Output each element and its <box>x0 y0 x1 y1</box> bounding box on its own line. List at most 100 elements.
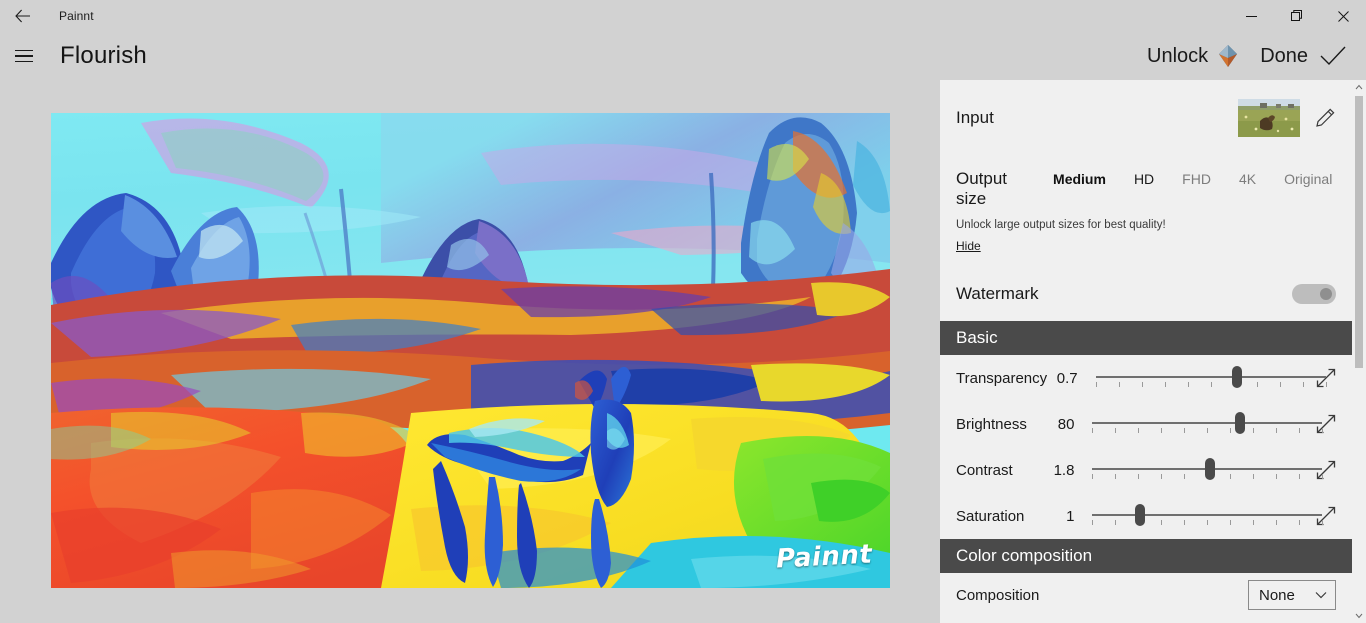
chevron-down-icon <box>1315 592 1327 599</box>
minimize-icon <box>1245 15 1257 17</box>
section-header-color-composition: Color composition <box>940 539 1352 573</box>
slider-tick <box>1230 520 1232 525</box>
composition-row: Composition None <box>940 573 1352 617</box>
slider-row-saturation: Saturation 1 <box>940 493 1352 539</box>
slider-tick <box>1207 520 1209 525</box>
artwork-image <box>51 113 890 588</box>
slider-tick <box>1276 428 1278 433</box>
slider-thumb[interactable] <box>1134 504 1145 526</box>
done-label: Done <box>1260 44 1308 67</box>
watermark-label: Watermark <box>956 284 1039 303</box>
slider-value-saturation: 1 <box>1066 507 1075 525</box>
done-button[interactable]: Done <box>1246 45 1366 68</box>
close-icon <box>1337 10 1349 22</box>
unlock-button[interactable]: Unlock <box>1139 44 1246 68</box>
input-thumbnail[interactable] <box>1238 98 1300 137</box>
pencil-icon <box>1316 108 1335 127</box>
slider-tick <box>1322 520 1324 525</box>
checkmark-icon <box>1320 46 1346 66</box>
composition-dropdown[interactable]: None <box>1248 580 1336 610</box>
scrollbar-thumb[interactable] <box>1355 96 1363 368</box>
slider-tick <box>1092 520 1094 525</box>
slider-thumb[interactable] <box>1204 458 1215 480</box>
slider-tick <box>1184 428 1186 433</box>
back-button[interactable] <box>0 0 46 32</box>
slider-thumb[interactable] <box>1235 412 1246 434</box>
slider-transparency[interactable] <box>1095 365 1327 391</box>
slider-tick <box>1253 520 1255 525</box>
slider-brightness[interactable] <box>1092 411 1324 437</box>
gem-diamond-icon <box>1219 45 1238 67</box>
slider-tick <box>1276 474 1278 479</box>
output-size-option-hd[interactable]: HD <box>1120 171 1168 187</box>
slider-tick <box>1115 474 1117 479</box>
slider-tick <box>1299 520 1301 525</box>
scroll-down-button[interactable] <box>1352 609 1366 623</box>
title-bar: Painnt <box>0 0 1366 32</box>
slider-tick <box>1161 474 1163 479</box>
watermark-row: Watermark <box>940 267 1352 321</box>
output-size-hint: Unlock large output sizes for best quali… <box>956 219 1166 231</box>
input-actions <box>1238 98 1336 137</box>
slider-saturation[interactable] <box>1092 503 1324 529</box>
output-size-option-fhd[interactable]: FHD <box>1168 171 1225 187</box>
slider-track <box>1092 422 1323 424</box>
close-button[interactable] <box>1320 0 1366 32</box>
slider-tick <box>1138 428 1140 433</box>
watermark-toggle[interactable] <box>1292 284 1336 304</box>
slider-row-brightness: Brightness 80 <box>940 401 1352 447</box>
watermark-toggle-knob <box>1320 288 1332 300</box>
page-title: Flourish <box>60 42 147 69</box>
panel-scrollbar[interactable] <box>1352 80 1366 623</box>
menu-button[interactable] <box>0 32 48 80</box>
command-bar-actions: Unlock Done <box>1139 32 1366 80</box>
artwork-preview[interactable]: Painnt <box>51 113 890 588</box>
slider-tick <box>1161 428 1163 433</box>
chevron-down-icon <box>1355 613 1363 619</box>
slider-tick <box>1092 428 1094 433</box>
output-size-options: Medium HD FHD 4K Original <box>1039 171 1346 187</box>
slider-tick <box>1299 474 1301 479</box>
command-bar: Flourish Unlock Done <box>0 32 1366 80</box>
slider-tick <box>1115 520 1117 525</box>
hide-link[interactable]: Hide <box>956 239 981 253</box>
output-size-line: Output size Medium HD FHD 4K Original <box>956 169 1336 209</box>
slider-tick <box>1207 428 1209 433</box>
slider-label-contrast: Contrast <box>956 461 1013 479</box>
slider-ticks <box>1092 428 1324 434</box>
slider-tick <box>1092 474 1094 479</box>
slider-contrast[interactable] <box>1092 457 1324 483</box>
slider-value-transparency: 0.7 <box>1056 369 1078 387</box>
slider-ticks <box>1095 382 1327 388</box>
slider-tick <box>1253 474 1255 479</box>
restore-button[interactable] <box>1274 0 1320 32</box>
chevron-up-icon <box>1355 84 1363 90</box>
slider-tick <box>1095 382 1097 387</box>
slider-row-contrast: Contrast 1.8 <box>940 447 1352 493</box>
minimize-button[interactable] <box>1228 0 1274 32</box>
slider-tick <box>1184 520 1186 525</box>
slider-tick <box>1299 428 1301 433</box>
output-size-option-original[interactable]: Original <box>1270 171 1346 187</box>
canvas-area: Painnt <box>0 80 940 623</box>
slider-tick <box>1322 428 1324 433</box>
input-row: Input <box>940 80 1352 155</box>
slider-tick <box>1279 382 1281 387</box>
slider-tick <box>1118 382 1120 387</box>
slider-ticks <box>1092 520 1324 526</box>
slider-track <box>1095 376 1326 378</box>
slider-tick <box>1210 382 1212 387</box>
slider-tick <box>1302 382 1304 387</box>
slider-tick <box>1230 474 1232 479</box>
image-watermark: Painnt <box>774 539 873 575</box>
composition-label: Composition <box>956 586 1040 604</box>
section-header-basic: Basic <box>940 321 1352 355</box>
output-size-option-4k[interactable]: 4K <box>1225 171 1270 187</box>
slider-tick <box>1187 382 1189 387</box>
output-size-label: Output size <box>956 169 1008 208</box>
slider-thumb[interactable] <box>1232 366 1242 388</box>
scroll-up-button[interactable] <box>1352 80 1366 94</box>
output-size-option-medium[interactable]: Medium <box>1039 171 1120 187</box>
edit-input-button[interactable] <box>1314 107 1336 129</box>
slider-tick <box>1184 474 1186 479</box>
